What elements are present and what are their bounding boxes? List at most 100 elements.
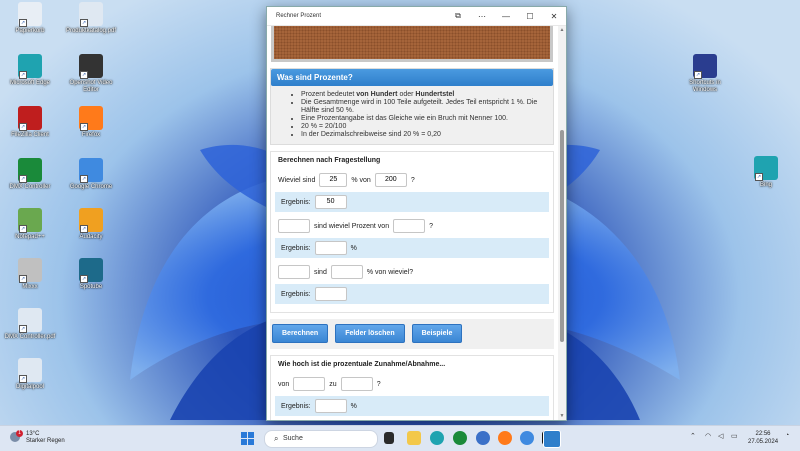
shortcuts-icon: ↗ <box>693 54 717 79</box>
q3-value-input[interactable] <box>278 265 310 279</box>
desktop-shortcut[interactable]: ↗ Firefox <box>63 106 119 139</box>
file-explorer-icon[interactable] <box>407 431 421 445</box>
to-input[interactable] <box>340 377 373 391</box>
weather-temp: 13°C <box>26 431 40 437</box>
from-label: von <box>278 380 290 388</box>
desktop-icon-label: DMX Controller <box>9 184 51 190</box>
scroll-up-icon[interactable]: ▲ <box>558 27 566 33</box>
notepadpp-icon: ↗ <box>18 208 42 233</box>
bell-icon[interactable]: ◔ <box>785 432 789 439</box>
task-view-icon[interactable] <box>384 432 394 444</box>
scroll-down-icon[interactable]: ▼ <box>558 413 566 419</box>
question-2: sind wieviel Prozent von ? <box>275 216 549 236</box>
taskbar: 1 13°C Starker Regen ⌕ Suche ⌃ ◠ ◁ ▭ 22:5… <box>0 425 800 451</box>
desktop-shortcut[interactable]: ↗ Papierkorb <box>2 2 58 35</box>
change-post-label: ? <box>376 380 381 388</box>
change-heading: Wie hoch ist die prozentuale Zunahme/Abn… <box>278 361 446 368</box>
battery-icon[interactable]: ▭ <box>731 432 738 440</box>
firefox-icon: ↗ <box>79 106 103 131</box>
search-placeholder: Suche <box>283 435 303 442</box>
desktop-shortcut[interactable]: ↗ Bing <box>738 156 794 189</box>
result-label: Ergebnis: <box>281 244 311 252</box>
chevron-up-icon[interactable]: ⌃ <box>690 432 696 440</box>
desktop-shortcut[interactable]: ↗ Produktkatalog.pdf <box>63 2 119 35</box>
chrome-icon: ↗ <box>79 158 103 183</box>
shortcut-arrow-icon: ↗ <box>80 275 88 283</box>
desktop-icon-label: Shortcuts in Windows <box>689 80 721 93</box>
desktop-shortcut[interactable]: ↗ Digitalpool <box>2 358 58 391</box>
list-item: In der Dezimalschreibweise sind 20 % = 0… <box>301 131 553 139</box>
scrollbar[interactable]: ▲ ▼ <box>558 26 566 420</box>
search-icon: ⌕ <box>274 434 279 443</box>
q1-percent-input[interactable] <box>319 173 348 187</box>
edge-icon[interactable] <box>430 431 444 445</box>
dmx-controller-icon: ↗ <box>18 158 42 183</box>
desktop-shortcut[interactable]: ↗ Mixxx <box>2 258 58 291</box>
change-question: von zu ? <box>275 374 549 394</box>
notification-badge: 1 <box>16 430 23 437</box>
desktop-shortcut[interactable]: ↗ DMX Controller <box>2 158 58 191</box>
shortcut-arrow-icon: ↗ <box>80 225 88 233</box>
q2-label: sind wieviel Prozent von <box>314 222 390 230</box>
maximize-button[interactable]: ☐ <box>518 12 542 21</box>
result-2-field[interactable] <box>314 241 347 255</box>
clock-time: 22:56 <box>755 431 771 437</box>
list-item: Prozent bedeutet von Hundert oder Hunder… <box>301 91 553 99</box>
examples-button[interactable]: Beispiele <box>411 324 463 343</box>
close-button[interactable]: ✕ <box>542 12 566 21</box>
change-result: Ergebnis: % <box>275 396 549 416</box>
shortcut-arrow-icon: ↗ <box>19 275 27 283</box>
desktop-shortcut[interactable]: ↗ Google Chrome <box>63 158 119 191</box>
result-3: Ergebnis: <box>275 284 549 304</box>
q2-base-input[interactable] <box>393 219 426 233</box>
desktop-shortcut[interactable]: ↗ Audacity <box>63 208 119 241</box>
desktop-shortcut[interactable]: ↗ FileZilla Client <box>2 106 58 139</box>
pdf-file-icon: ↗ <box>79 2 103 27</box>
scrollbar-thumb[interactable] <box>560 130 564 342</box>
shortcut-arrow-icon: ↗ <box>80 123 88 131</box>
clear-fields-button[interactable]: Felder löschen <box>335 324 405 343</box>
info-panel: Was sind Prozente? Prozent bedeutet von … <box>270 68 554 145</box>
desktop-shortcut[interactable]: ↗ Microsoft Edge <box>2 54 58 87</box>
calculate-button[interactable]: Berechnen <box>272 324 329 343</box>
q1-base-input[interactable] <box>374 173 407 187</box>
result-label: Ergebnis: <box>281 198 311 206</box>
taskbar-search[interactable]: ⌕ Suche <box>264 430 378 448</box>
q3-percent-input[interactable] <box>330 265 363 279</box>
more-options-icon[interactable]: ⋯ <box>470 12 494 21</box>
result-2: Ergebnis: % <box>275 238 549 258</box>
result-label: Ergebnis: <box>281 290 311 298</box>
list-item: Eine Prozentangabe ist das Gleiche wie e… <box>301 115 553 123</box>
desktop-shortcut[interactable]: ↗ DMX Controller.pdf <box>2 308 58 341</box>
chrome-icon[interactable] <box>520 431 534 445</box>
desktop-icon-label: Google Chrome <box>69 184 113 190</box>
firefox-icon[interactable] <box>498 431 512 445</box>
weather-text: Starker Regen <box>26 438 65 444</box>
result-1-field[interactable] <box>314 195 347 209</box>
desktop-shortcut[interactable]: ↗ Spotube <box>63 258 119 291</box>
from-input[interactable] <box>293 377 326 391</box>
clock[interactable]: 22:56 27.05.2024 <box>748 430 778 446</box>
pin-icon[interactable]: ⧉ <box>446 11 470 21</box>
q2-value-input[interactable] <box>278 219 310 233</box>
start-button[interactable] <box>241 432 254 445</box>
desktop-shortcut[interactable]: ↗ Openshot Video Editor <box>63 54 119 94</box>
dmx-controller-icon[interactable] <box>453 431 467 445</box>
shortcut-arrow-icon: ↗ <box>19 19 27 27</box>
desktop-shortcut[interactable]: ↗ Notepad++ <box>2 208 58 241</box>
speaker-icon[interactable]: ◁ <box>718 432 723 440</box>
window-titlebar[interactable]: Rechner Prozent ⧉ ⋯ — ☐ ✕ <box>267 7 566 26</box>
globe-app-icon[interactable] <box>476 431 490 445</box>
result-3-field[interactable] <box>314 287 347 301</box>
wifi-icon[interactable]: ◠ <box>705 432 711 440</box>
shortcut-arrow-icon: ↗ <box>80 175 88 183</box>
to-label: zu <box>329 380 337 388</box>
desktop-icon-label: Mixxx <box>22 284 38 290</box>
minimize-button[interactable]: — <box>494 12 518 21</box>
mixxx-icon: ↗ <box>18 258 42 283</box>
calculator-app-icon[interactable] <box>543 430 561 448</box>
shortcut-arrow-icon: ↗ <box>80 19 88 27</box>
change-result-field[interactable] <box>314 399 347 413</box>
desktop-icon-label: DMX Controller.pdf <box>4 334 56 340</box>
desktop-shortcut[interactable]: ↗ Shortcuts in Windows <box>677 54 733 94</box>
